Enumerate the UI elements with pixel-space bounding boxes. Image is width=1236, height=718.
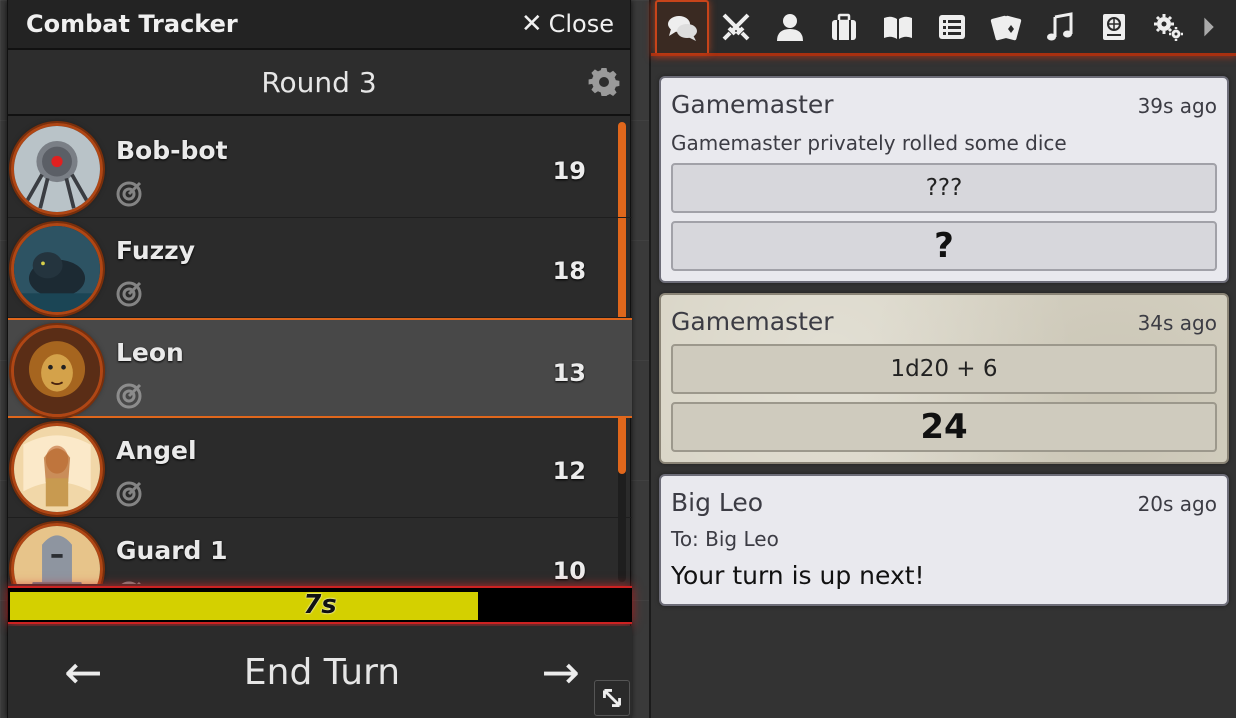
tab-collapse[interactable] (1195, 0, 1225, 53)
avatar (11, 325, 103, 417)
combatant-name: Fuzzy (116, 236, 196, 265)
user-icon (777, 13, 803, 41)
sidebar-tabs (651, 0, 1236, 56)
message-timestamp: 34s ago (1137, 311, 1217, 335)
avatar (11, 423, 103, 515)
tab-tables[interactable] (925, 0, 979, 53)
dice-formula[interactable]: 1d20 + 6 (671, 344, 1217, 394)
initiative-value[interactable]: 18 (553, 257, 586, 285)
music-icon (1047, 11, 1073, 40)
initiative-value[interactable]: 10 (553, 557, 586, 584)
dice-total[interactable]: 24 (671, 402, 1217, 452)
previous-turn-button[interactable]: ← (64, 649, 103, 695)
message-timestamp: 20s ago (1137, 492, 1217, 516)
close-icon: ✕ (520, 9, 543, 39)
combatant-row[interactable]: Angel 12 (8, 418, 632, 518)
avatar (11, 223, 103, 315)
dice-total-value: ? (934, 226, 954, 266)
tab-compendium[interactable] (1087, 0, 1141, 53)
combatant-name: Guard 1 (116, 536, 228, 565)
combatant-name: Angel (116, 436, 197, 465)
crossed-swords-icon (722, 13, 750, 40)
resize-handle[interactable] (594, 680, 630, 716)
round-label: Round 3 (261, 65, 377, 99)
tab-chat[interactable] (655, 0, 709, 53)
cogs-icon (1154, 13, 1183, 41)
dice-total-value: 24 (920, 407, 968, 447)
avatar (11, 123, 103, 215)
sidebar: Gamemaster 39s ago Gamemaster privately … (649, 0, 1236, 718)
target-icon[interactable] (115, 382, 143, 410)
next-turn-button[interactable]: → (541, 649, 580, 695)
message-sender: Gamemaster (671, 90, 834, 119)
gear-icon[interactable] (588, 66, 620, 98)
resize-icon (603, 689, 621, 707)
message-header: Gamemaster 39s ago (671, 90, 1217, 119)
dice-formula[interactable]: ??? (671, 163, 1217, 213)
turn-timer: 7s (8, 586, 632, 624)
close-label: Close (548, 10, 614, 38)
suitcase-icon (832, 13, 856, 40)
tab-playlists[interactable] (1033, 0, 1087, 53)
message-timestamp: 39s ago (1137, 94, 1217, 118)
list-icon (939, 14, 965, 39)
target-icon[interactable] (115, 280, 143, 308)
combatant-name: Leon (116, 338, 184, 367)
tab-cards[interactable] (979, 0, 1033, 53)
combat-tracker-header: Combat Tracker ✕ Close (8, 0, 630, 50)
target-icon[interactable] (115, 580, 143, 584)
comments-icon (668, 15, 697, 41)
window-title: Combat Tracker (26, 10, 238, 38)
chat-message: Gamemaster 39s ago Gamemaster privately … (659, 76, 1229, 283)
whisper-recipient: To: Big Leo (671, 527, 779, 551)
initiative-value[interactable]: 13 (553, 359, 586, 387)
book-open-icon (884, 16, 912, 39)
combatant-row[interactable]: Bob-bot 19 (8, 118, 632, 218)
combatant-row[interactable]: Guard 1 10 (8, 518, 632, 584)
message-flavor: Gamemaster privately rolled some dice (671, 131, 1067, 155)
end-turn-button[interactable]: End Turn (244, 652, 400, 693)
message-sender: Gamemaster (671, 307, 834, 336)
chat-message-whisper: Big Leo 20s ago To: Big Leo Your turn is… (659, 474, 1229, 606)
message-sender: Big Leo (671, 488, 764, 517)
message-header: Big Leo 20s ago (671, 488, 1217, 517)
combatant-list: Bob-bot 19 Fuzzy 18 Leon 13 Angel 12 Gua… (8, 118, 632, 584)
combatant-row-active[interactable]: Leon 13 (8, 318, 632, 418)
cards-icon (990, 15, 1022, 40)
combatant-name: Bob-bot (116, 136, 228, 165)
chat-message-roll: Gamemaster 34s ago 1d20 + 6 24 (659, 293, 1229, 464)
timer-label: 7s (303, 590, 337, 620)
message-header: Gamemaster 34s ago (671, 307, 1217, 336)
initiative-value[interactable]: 19 (553, 157, 586, 185)
tab-combat[interactable] (709, 0, 763, 53)
avatar (11, 523, 103, 584)
target-icon[interactable] (115, 480, 143, 508)
close-button[interactable]: ✕ Close (521, 9, 614, 39)
initiative-value[interactable]: 12 (553, 457, 586, 485)
combat-controls: ← End Turn → (8, 626, 632, 718)
combat-tracker-window: Combat Tracker ✕ Close Round 3 Bob-bot 1… (7, 0, 632, 718)
tab-settings[interactable] (1141, 0, 1195, 53)
dice-total[interactable]: ? (671, 221, 1217, 271)
combatant-row[interactable]: Fuzzy 18 (8, 218, 632, 318)
chat-log: Gamemaster 39s ago Gamemaster privately … (659, 76, 1236, 616)
tab-journal[interactable] (871, 0, 925, 53)
tab-items[interactable] (817, 0, 871, 53)
chevron-right-icon (1204, 17, 1214, 36)
atlas-icon (1103, 13, 1125, 40)
target-icon[interactable] (115, 180, 143, 208)
tab-actors[interactable] (763, 0, 817, 53)
round-bar: Round 3 (8, 50, 630, 116)
message-content: Your turn is up next! (671, 561, 925, 590)
